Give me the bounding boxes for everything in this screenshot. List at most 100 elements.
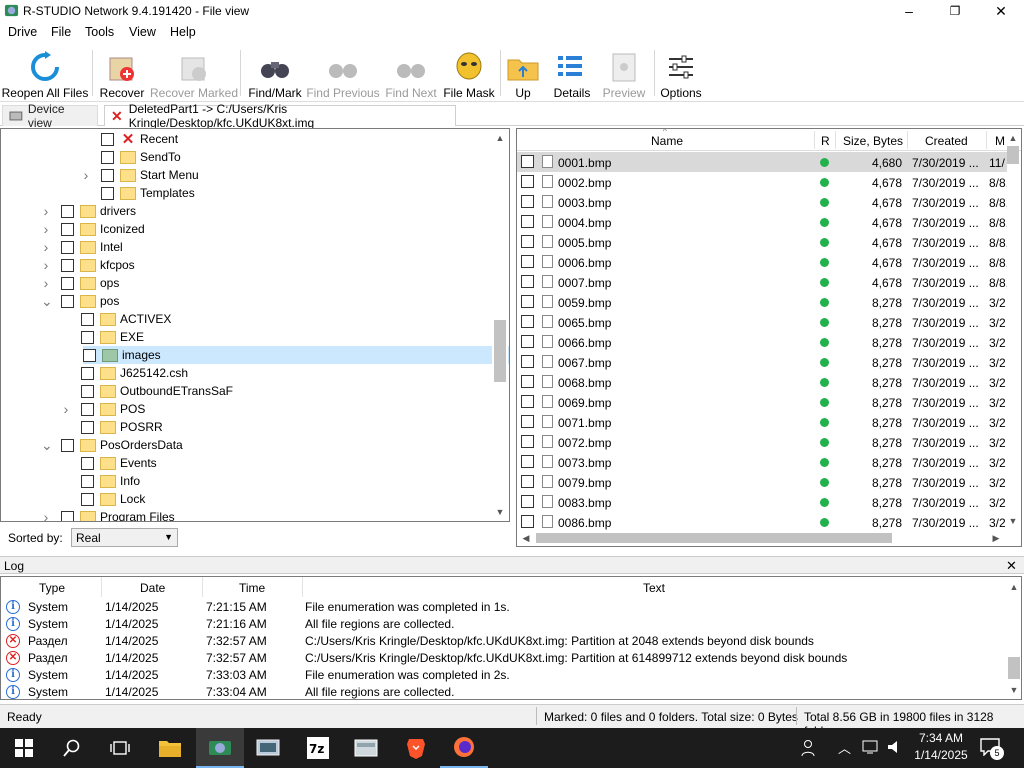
file-checkbox[interactable] [521,195,534,208]
file-row[interactable]: 0004.bmp4,6787/30/2019 ...8/8, [517,212,1007,232]
menu-drive[interactable]: Drive [8,25,37,39]
expand-chevron-icon[interactable]: › [41,257,51,273]
log-column-date[interactable]: Date [140,581,165,595]
show-hidden-icons-icon[interactable]: ︿ [838,738,851,757]
column-modified[interactable]: M [995,134,1005,148]
tree-checkbox[interactable] [81,366,94,380]
title-bar[interactable]: R-STUDIO Network 9.4.191420 - File view … [0,0,1024,22]
file-checkbox[interactable] [521,215,534,228]
taskbar-r-studio[interactable] [196,728,244,768]
tree-item-templates[interactable]: Templates [81,184,501,202]
task-view-button[interactable] [96,728,144,768]
tree-item-kfcpos[interactable]: › kfcpos [41,256,461,274]
taskbar-r-studio-agent[interactable] [244,728,292,768]
clock-date[interactable]: 1/14/2025 [910,748,972,762]
file-checkbox[interactable] [521,495,534,508]
close-tab-icon[interactable]: ✕ [111,108,123,125]
tree-checkbox[interactable] [101,168,114,182]
file-row[interactable]: 0006.bmp4,6787/30/2019 ...8/8, [517,252,1007,272]
tree-item-sendto[interactable]: SendTo [81,148,501,166]
file-checkbox[interactable] [521,355,534,368]
tab-device-view[interactable]: Device view [2,102,98,130]
tree-checkbox[interactable] [81,402,94,416]
log-row[interactable]: i System 1/14/2025 7:21:16 AM All file regio… [1,615,1005,632]
tree-checkbox[interactable] [101,132,114,146]
tree-checkbox[interactable] [81,384,94,398]
find-next-button[interactable]: Find Next [384,46,438,100]
file-row[interactable]: 0065.bmp 8,278 7/30/2019 ... 3/2 [517,312,1007,332]
menu-help[interactable]: Help [170,25,196,39]
find-previous-button[interactable]: Find Previous [306,46,380,100]
tree-checkbox[interactable] [61,276,74,290]
details-button[interactable]: Details [544,46,600,100]
tree-item-activex[interactable]: ACTIVEX [61,310,481,328]
tree-item-exe[interactable]: EXE [61,328,481,346]
file-row[interactable]: 0069.bmp 8,278 7/30/2019 ... 3/2 [517,392,1007,412]
file-checkbox[interactable] [521,155,534,168]
action-center-button[interactable]: 5 [980,738,1004,760]
file-checkbox[interactable] [521,295,534,308]
scrollbar-thumb[interactable] [494,320,506,382]
collapse-chevron-icon[interactable]: ⌄ [41,437,53,454]
log-column-time[interactable]: Time [239,581,265,595]
expand-chevron-icon[interactable]: › [41,509,51,521]
file-checkbox[interactable] [521,455,534,468]
scrollbar-thumb[interactable] [1007,146,1019,164]
file-list[interactable]: ^ Name R Size, Bytes Created M 0001.bmp 4… [516,128,1022,547]
tree-item-posrr[interactable]: POSRR [61,418,481,436]
taskbar-7zip[interactable]: 7z [294,728,342,768]
list-horizontal-scrollbar[interactable]: ◀ ▶ [518,530,1004,546]
reopen-all-files-button[interactable]: Reopen All Files [2,46,88,100]
expand-chevron-icon[interactable]: › [61,401,71,417]
log-row[interactable]: ✕ Раздел 1/14/2025 7:32:57 AM C:/Users/Kris … [1,632,1005,649]
tree-item-intel[interactable]: › Intel [41,238,461,256]
scroll-down-icon[interactable]: ▼ [492,504,508,520]
scroll-down-icon[interactable]: ▼ [1006,682,1021,698]
tree-checkbox[interactable] [81,474,94,488]
tree-item-outboundetranssaf[interactable]: OutboundETransSaF [61,382,481,400]
file-checkbox[interactable] [521,375,534,388]
expand-chevron-icon[interactable]: › [41,203,51,219]
file-checkbox[interactable] [521,395,534,408]
taskbar-brave[interactable] [392,728,440,768]
tree-item-images[interactable]: images [83,346,509,364]
list-scrollbar[interactable]: ▲ ▼ [1005,130,1021,530]
file-checkbox[interactable] [521,255,534,268]
tree-checkbox[interactable] [81,330,94,344]
column-r[interactable]: R [821,134,830,148]
expand-chevron-icon[interactable]: › [41,239,51,255]
file-row[interactable]: 0072.bmp 8,278 7/30/2019 ... 3/2 [517,432,1007,452]
file-row[interactable]: 0001.bmp 4,680 7/30/2019 ... 11/ [517,152,1007,172]
scroll-up-icon[interactable]: ▲ [492,130,508,146]
menu-tools[interactable]: Tools [85,25,114,39]
log-row[interactable]: ✕ Раздел 1/14/2025 7:32:57 AM C:/Users/Kris … [1,649,1005,666]
tree-checkbox[interactable] [61,222,74,236]
file-checkbox[interactable] [521,415,534,428]
tree-checkbox[interactable] [61,240,74,254]
file-row[interactable]: 0067.bmp 8,278 7/30/2019 ... 3/2 [517,352,1007,372]
taskbar-app[interactable] [342,728,390,768]
file-row[interactable]: 0068.bmp 8,278 7/30/2019 ... 3/2 [517,372,1007,392]
file-row[interactable]: 0059.bmp 8,278 7/30/2019 ... 3/2 [517,292,1007,312]
scrollbar-thumb[interactable] [536,533,892,543]
expand-chevron-icon[interactable]: › [41,275,51,291]
folder-tree[interactable]: ✕ Recent SendTo › Start Menu Templates › driver… [0,128,510,522]
start-button[interactable] [0,728,48,768]
log-scrollbar[interactable]: ▲ ▼ [1006,577,1021,699]
menu-file[interactable]: File [51,25,71,39]
tree-checkbox[interactable] [83,348,96,362]
close-button[interactable]: ✕ [978,0,1024,22]
tree-checkbox[interactable] [61,258,74,272]
menu-view[interactable]: View [129,25,156,39]
file-checkbox[interactable] [521,435,534,448]
file-checkbox[interactable] [521,335,534,348]
file-row[interactable]: 0073.bmp 8,278 7/30/2019 ... 3/2 [517,452,1007,472]
file-checkbox[interactable] [521,515,534,528]
scroll-left-icon[interactable]: ◀ [518,530,534,546]
scroll-up-icon[interactable]: ▲ [1006,579,1021,595]
log-column-text[interactable]: Text [643,581,665,595]
file-row[interactable]: 0002.bmp4,6787/30/2019 ...8/8, [517,172,1007,192]
file-row[interactable]: 0066.bmp 8,278 7/30/2019 ... 3/2 [517,332,1007,352]
collapse-chevron-icon[interactable]: ⌄ [41,293,53,310]
tree-item-start-menu[interactable]: › Start Menu [81,166,501,184]
